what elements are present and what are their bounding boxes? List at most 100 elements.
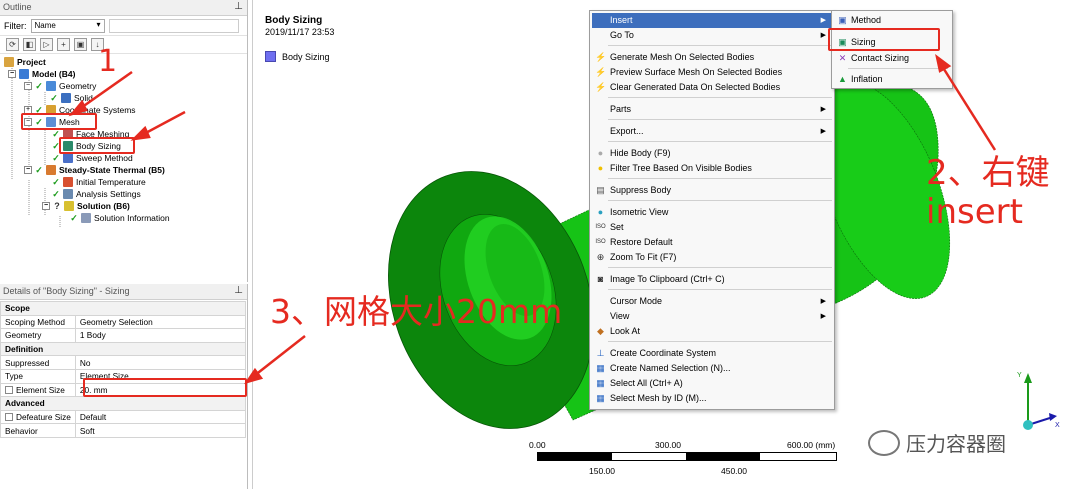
- menu-item-image-to-clipboard[interactable]: ◙ Image To Clipboard (Ctrl+ C): [592, 272, 832, 287]
- menu-separator: [608, 289, 832, 290]
- tree-node-solution[interactable]: − ? Solution (B6): [42, 200, 130, 212]
- menu-item-create-named-selection[interactable]: ▦ Create Named Selection (N)...: [592, 361, 832, 376]
- sizing-highlight-box: [828, 28, 940, 51]
- menu-item-restore-default[interactable]: ISO Restore Default: [592, 235, 832, 250]
- tree-node-analysis-settings[interactable]: ✓ Analysis Settings: [52, 188, 141, 200]
- contact-icon: ✕: [838, 53, 847, 63]
- filter-input[interactable]: [108, 18, 239, 33]
- menu-item-parts[interactable]: Parts ▶: [592, 102, 832, 117]
- scale-bar-track: [537, 452, 837, 461]
- tree-node-geometry[interactable]: − ✓ Geometry: [24, 80, 96, 92]
- outline-toolbar: ⟳ ◧ ▷ + ▣ ↓: [0, 36, 247, 54]
- submenu-item-contact-sizing[interactable]: ✕ Contact Sizing: [835, 51, 909, 66]
- scale-segment: [612, 453, 686, 460]
- menu-item-cursor-mode[interactable]: Cursor Mode ▶: [592, 294, 832, 309]
- iso-icon: ISO: [595, 224, 606, 230]
- menu-item-select-all[interactable]: ▦ Select All (Ctrl+ A): [592, 376, 832, 391]
- tree-node-model[interactable]: − Model (B4): [8, 68, 75, 80]
- expand-icon[interactable]: +: [57, 38, 70, 51]
- mesh-highlight-box: [21, 113, 97, 130]
- details-group-definition[interactable]: Definition: [0, 341, 246, 357]
- row-key: Scoping Method: [0, 314, 76, 330]
- menu-item-isometric-view[interactable]: ● Isometric View: [592, 205, 832, 220]
- outline-title-bar: Outline ⊥: [0, 0, 247, 16]
- checkmark-icon: ✓: [70, 213, 78, 223]
- group-label: Definition: [5, 344, 44, 355]
- camera-icon: ◙: [597, 274, 604, 284]
- menu-item-suppress-body[interactable]: ▤ Suppress Body: [592, 183, 832, 198]
- row-value[interactable]: Default: [74, 409, 247, 425]
- tree-node-solid[interactable]: ✓ Solid: [50, 92, 93, 104]
- pin-icon[interactable]: ⊥: [234, 1, 243, 12]
- tree-icon[interactable]: ▷: [40, 38, 53, 51]
- scale-label: 150.00: [589, 466, 615, 476]
- submenu-item-method[interactable]: ▣ Method: [835, 13, 881, 28]
- menu-item-select-mesh-by-id[interactable]: ▦ Select Mesh by ID (M)...: [592, 391, 832, 406]
- lightning-icon: ⚡: [595, 82, 607, 92]
- row-value[interactable]: Soft: [74, 423, 247, 438]
- collapse-icon[interactable]: −: [24, 82, 32, 90]
- row-value[interactable]: No: [74, 355, 247, 370]
- menu-item-export[interactable]: Export... ▶: [592, 124, 832, 139]
- filter-icon[interactable]: ◧: [23, 38, 36, 51]
- details-row[interactable]: Defeature Size Default: [0, 409, 247, 425]
- annotation-step-2-line2: insert: [926, 192, 1023, 232]
- menu-separator: [608, 200, 832, 201]
- tree-node-initial-temperature[interactable]: ✓ Initial Temperature: [52, 176, 146, 188]
- submenu-arrow-icon: ▶: [820, 128, 826, 135]
- menu-item-zoom-to-fit[interactable]: ⊕ Zoom To Fit (F7): [592, 250, 832, 265]
- row-key: Type: [0, 368, 76, 384]
- menu-item-filter-tree[interactable]: ● Filter Tree Based On Visible Bodies: [592, 161, 832, 176]
- element-size-checkbox[interactable]: [5, 385, 13, 394]
- menu-separator: [608, 45, 832, 46]
- filter-row: Filter: Name ▾: [0, 16, 247, 36]
- menu-separator: [608, 119, 832, 120]
- tree-node-project[interactable]: Project: [4, 56, 46, 68]
- details-row[interactable]: Geometry 1 Body: [0, 328, 247, 343]
- method-icon: [63, 153, 73, 163]
- collapse-icon[interactable]: −: [42, 202, 50, 210]
- menu-item-preview-surface-mesh[interactable]: ⚡ Preview Surface Mesh On Selected Bodies: [592, 65, 832, 80]
- context-menu: Insert ▶ Go To ▶ ⚡ Generate Mesh On Selecte…: [589, 10, 835, 410]
- menu-item-generate-mesh[interactable]: ⚡ Generate Mesh On Selected Bodies: [592, 50, 832, 65]
- suppress-icon: ▤: [596, 185, 605, 195]
- tree-node-solution-information[interactable]: ✓ Solution Information: [70, 212, 170, 224]
- details-row[interactable]: Scoping Method Geometry Selection: [0, 314, 247, 330]
- checkmark-icon: ✓: [52, 189, 60, 199]
- menu-item-create-coordinate-system[interactable]: ⊥ Create Coordinate System: [592, 346, 832, 361]
- defeature-size-checkbox[interactable]: [5, 413, 13, 422]
- row-value[interactable]: Geometry Selection: [74, 314, 247, 330]
- details-group-scope[interactable]: Scope: [0, 301, 246, 316]
- tree-node-steady-state-thermal[interactable]: − ✓ Steady-State Thermal (B5): [24, 164, 165, 176]
- menu-item-hide-body[interactable]: ● Hide Body (F9): [592, 146, 832, 161]
- menu-item-go-to[interactable]: Go To ▶: [592, 28, 832, 43]
- inflation-icon: ▲: [838, 74, 847, 84]
- look-icon: ◆: [597, 326, 604, 336]
- refresh-icon[interactable]: ⟳: [6, 38, 19, 51]
- submenu-arrow-icon: ▶: [820, 313, 826, 320]
- axis-icon: ⊥: [596, 348, 605, 358]
- lightning-icon: ⚡: [595, 52, 607, 62]
- submenu-item-inflation[interactable]: ▲ Inflation: [835, 72, 883, 87]
- filter-select[interactable]: Name ▾: [30, 18, 105, 33]
- menu-item-look-at[interactable]: ◆ Look At: [592, 324, 832, 339]
- pin-icon[interactable]: ⊥: [234, 285, 243, 296]
- menu-item-clear-generated-data[interactable]: ⚡ Clear Generated Data On Selected Bodies: [592, 80, 832, 95]
- submenu-arrow-icon: ▶: [820, 32, 826, 39]
- folder-icon[interactable]: ▣: [74, 38, 87, 51]
- details-group-advanced[interactable]: Advanced: [0, 396, 246, 411]
- details-row[interactable]: Suppressed No: [0, 355, 247, 370]
- solution-icon: [64, 201, 74, 211]
- details-row[interactable]: Behavior Soft: [0, 423, 247, 438]
- menu-item-view[interactable]: View ▶: [592, 309, 832, 324]
- menu-item-insert[interactable]: Insert ▶: [592, 13, 832, 28]
- group-label: Advanced: [5, 398, 45, 409]
- element-size-highlight-box: [83, 378, 247, 397]
- row-value[interactable]: 1 Body: [74, 328, 247, 343]
- outline-panel: Outline ⊥ Filter: Name ▾ ⟳ ◧ ▷ + ▣ ↓ Pro…: [0, 0, 248, 282]
- collapse-icon[interactable]: −: [24, 166, 32, 174]
- row-key: Suppressed: [0, 355, 76, 370]
- scale-label: 0.00: [529, 440, 546, 450]
- menu-item-set[interactable]: ISO Set: [592, 220, 832, 235]
- collapse-icon[interactable]: −: [8, 70, 16, 78]
